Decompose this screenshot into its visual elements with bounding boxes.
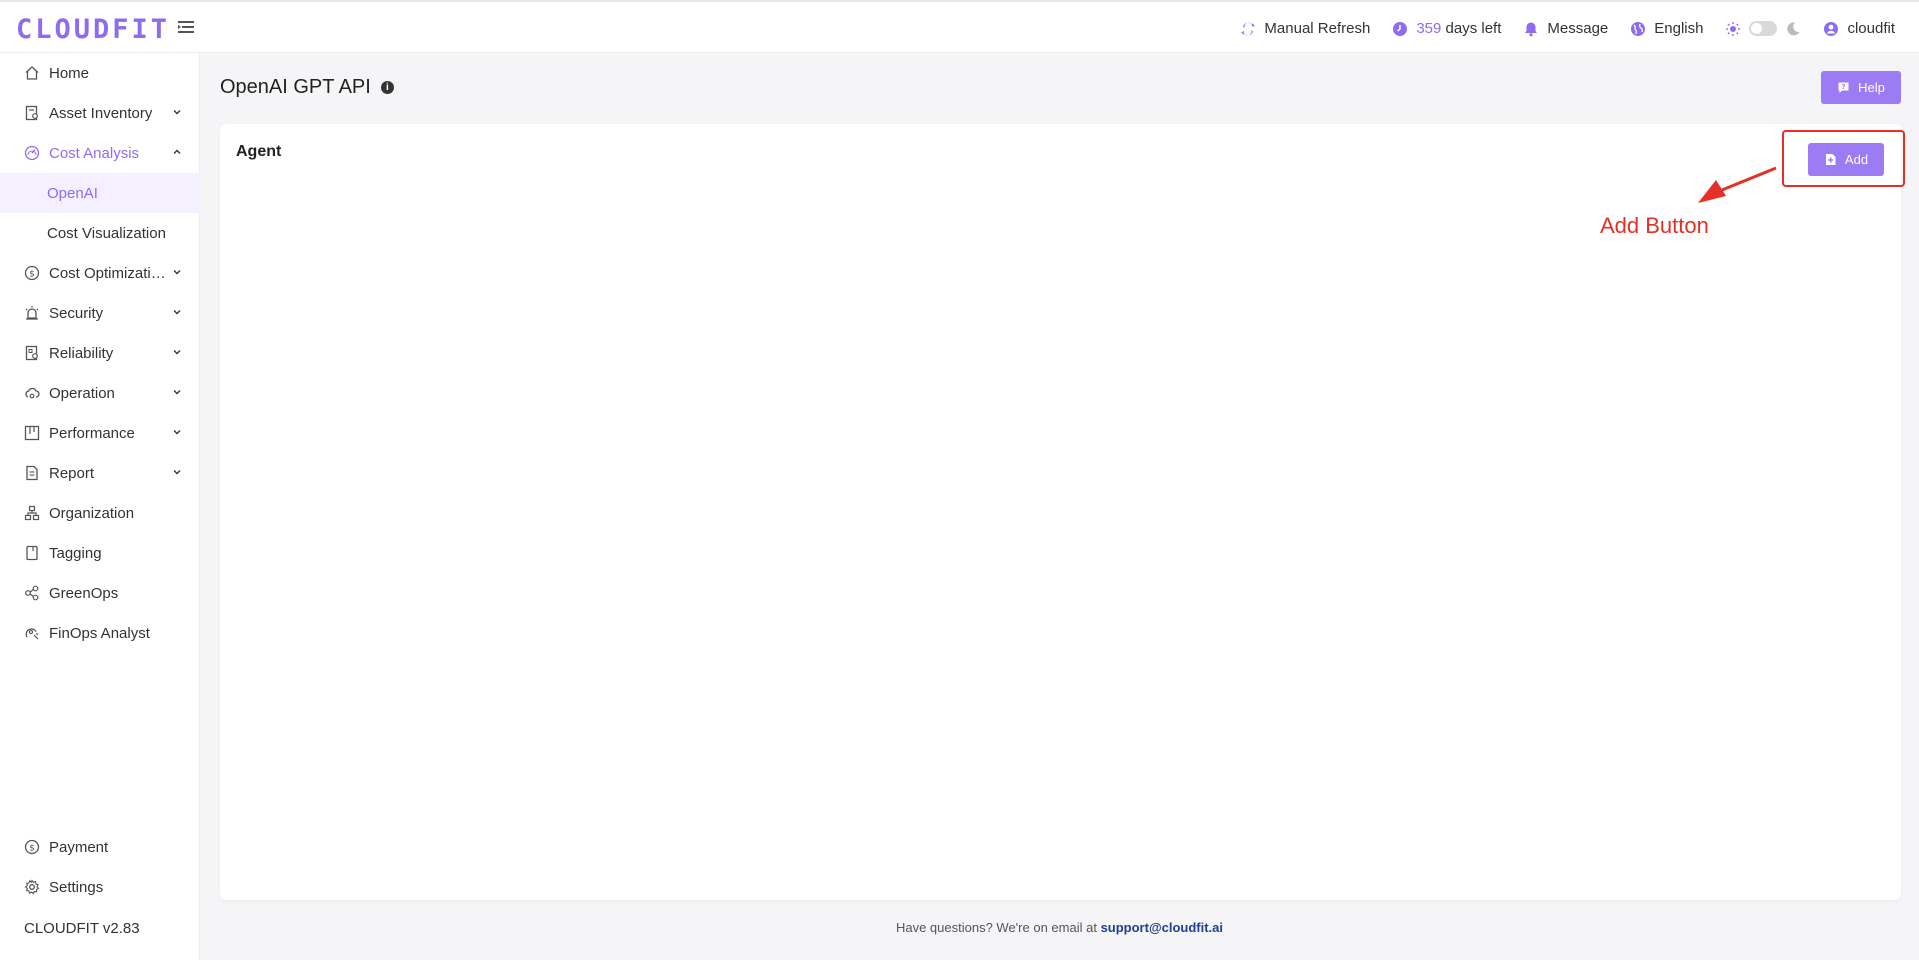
- dashboard-icon: [24, 425, 40, 441]
- cloud-gear-icon: [25, 387, 40, 399]
- chevron-up-icon: [173, 149, 181, 154]
- page-title-text: OpenAI GPT API: [220, 76, 371, 98]
- document-icon: [26, 465, 38, 481]
- dollar-icon: $: [24, 839, 40, 855]
- theme-toggle[interactable]: [1749, 21, 1778, 36]
- language-label: English: [1654, 20, 1704, 37]
- agent-card: Agent: [220, 124, 1901, 900]
- sidebar-item-security[interactable]: Security: [0, 293, 200, 333]
- help-label: Help: [1858, 80, 1885, 95]
- chevron-down-icon: [173, 350, 181, 355]
- sidebar-item-organization[interactable]: Organization: [0, 493, 200, 533]
- annotation-label: Add Button: [1600, 213, 1709, 238]
- network-icon: [25, 585, 39, 601]
- svg-text:?: ?: [1842, 83, 1846, 91]
- help-button[interactable]: ? Help: [1821, 71, 1901, 104]
- sidebar-item-tagging[interactable]: Tagging: [0, 533, 200, 573]
- chevron-down-icon: [173, 470, 181, 475]
- inventory-icon: [25, 105, 38, 121]
- header-actions: Manual Refresh 359 days left Message Eng…: [1240, 2, 1895, 55]
- moon-icon: [1787, 21, 1800, 35]
- theme-switch[interactable]: [1725, 21, 1801, 37]
- days-count: 359: [1416, 20, 1442, 37]
- sidebar-subitem-openai[interactable]: OpenAI: [0, 173, 200, 213]
- sidebar-item-cost-optimization[interactable]: $ Cost Optimization: [0, 253, 200, 293]
- sidebar-item-home[interactable]: Home: [0, 53, 200, 93]
- license-days: 359 days left: [1392, 20, 1501, 37]
- dollar-icon: $: [24, 265, 40, 281]
- app-version: CLOUDFIT v2.83: [24, 920, 140, 937]
- org-chart-icon: [24, 505, 40, 521]
- chevron-down-icon: [173, 430, 181, 435]
- user-icon: [1824, 21, 1839, 36]
- sidebar-item-operation[interactable]: Operation: [0, 373, 200, 413]
- manual-refresh-button[interactable]: Manual Refresh: [1240, 20, 1370, 37]
- card-title: Agent: [236, 143, 282, 160]
- annotation-arrow-icon: [1698, 166, 1777, 203]
- sidebar-item-report[interactable]: Report: [0, 453, 200, 493]
- message-button[interactable]: Message: [1523, 20, 1608, 37]
- message-label: Message: [1547, 20, 1609, 37]
- sidebar-item-payment[interactable]: $ Payment: [0, 827, 200, 867]
- language-selector[interactable]: English: [1630, 20, 1703, 37]
- sidebar-item-settings[interactable]: Settings: [0, 867, 200, 907]
- user-menu[interactable]: cloudfit: [1823, 20, 1895, 37]
- info-icon[interactable]: i: [380, 81, 394, 94]
- sidebar-item-finops-analyst[interactable]: FinOps Analyst: [0, 613, 200, 653]
- support-email-link[interactable]: support@cloudfit.ai: [1101, 920, 1223, 935]
- clock-icon: [1393, 21, 1408, 36]
- sidebar-item-asset-inventory[interactable]: Asset Inventory: [0, 93, 200, 133]
- annotation-highlight-box: [1782, 130, 1905, 187]
- globe-icon: [1631, 21, 1646, 36]
- svg-text:$: $: [29, 844, 35, 854]
- footer-text: Have questions? We're on email at: [895, 920, 1097, 935]
- chevron-down-icon: [173, 270, 181, 275]
- sun-icon: [1726, 21, 1741, 36]
- sidebar-item-greenops[interactable]: GreenOps: [0, 573, 200, 613]
- user-name: cloudfit: [1847, 20, 1895, 37]
- refresh-icon: [1241, 22, 1256, 35]
- sidebar-item-performance[interactable]: Performance: [0, 413, 200, 453]
- sidebar: Home Asset Inventory Cost Analysis OpenA…: [0, 53, 200, 960]
- home-icon: [25, 66, 39, 80]
- gear-icon: [24, 879, 40, 895]
- days-suffix: days left: [1445, 20, 1502, 37]
- top-header: CLOUDFIT Manual Refresh 359 days left Me…: [0, 0, 1919, 53]
- tag-icon: [26, 545, 38, 561]
- analyst-icon: [25, 628, 39, 640]
- menu-toggle-icon[interactable]: [177, 18, 195, 36]
- checklist-icon: [25, 345, 38, 361]
- page-title: OpenAI GPT API i: [220, 76, 394, 99]
- sidebar-item-reliability[interactable]: Reliability: [0, 333, 200, 373]
- gauge-icon: [24, 145, 40, 161]
- manual-refresh-label: Manual Refresh: [1264, 20, 1371, 37]
- footer: Have questions? We're on email at suppor…: [200, 920, 1919, 935]
- chevron-down-icon: [173, 310, 181, 315]
- sidebar-item-cost-analysis[interactable]: Cost Analysis: [0, 133, 200, 173]
- alarm-icon: [25, 306, 39, 320]
- logo[interactable]: CLOUDFIT: [16, 14, 170, 45]
- help-icon: ?: [1838, 82, 1849, 93]
- chevron-down-icon: [173, 390, 181, 395]
- bell-icon: [1525, 22, 1538, 36]
- svg-text:$: $: [29, 270, 35, 280]
- sidebar-subitem-cost-visualization[interactable]: Cost Visualization: [0, 213, 200, 253]
- chevron-down-icon: [173, 110, 181, 115]
